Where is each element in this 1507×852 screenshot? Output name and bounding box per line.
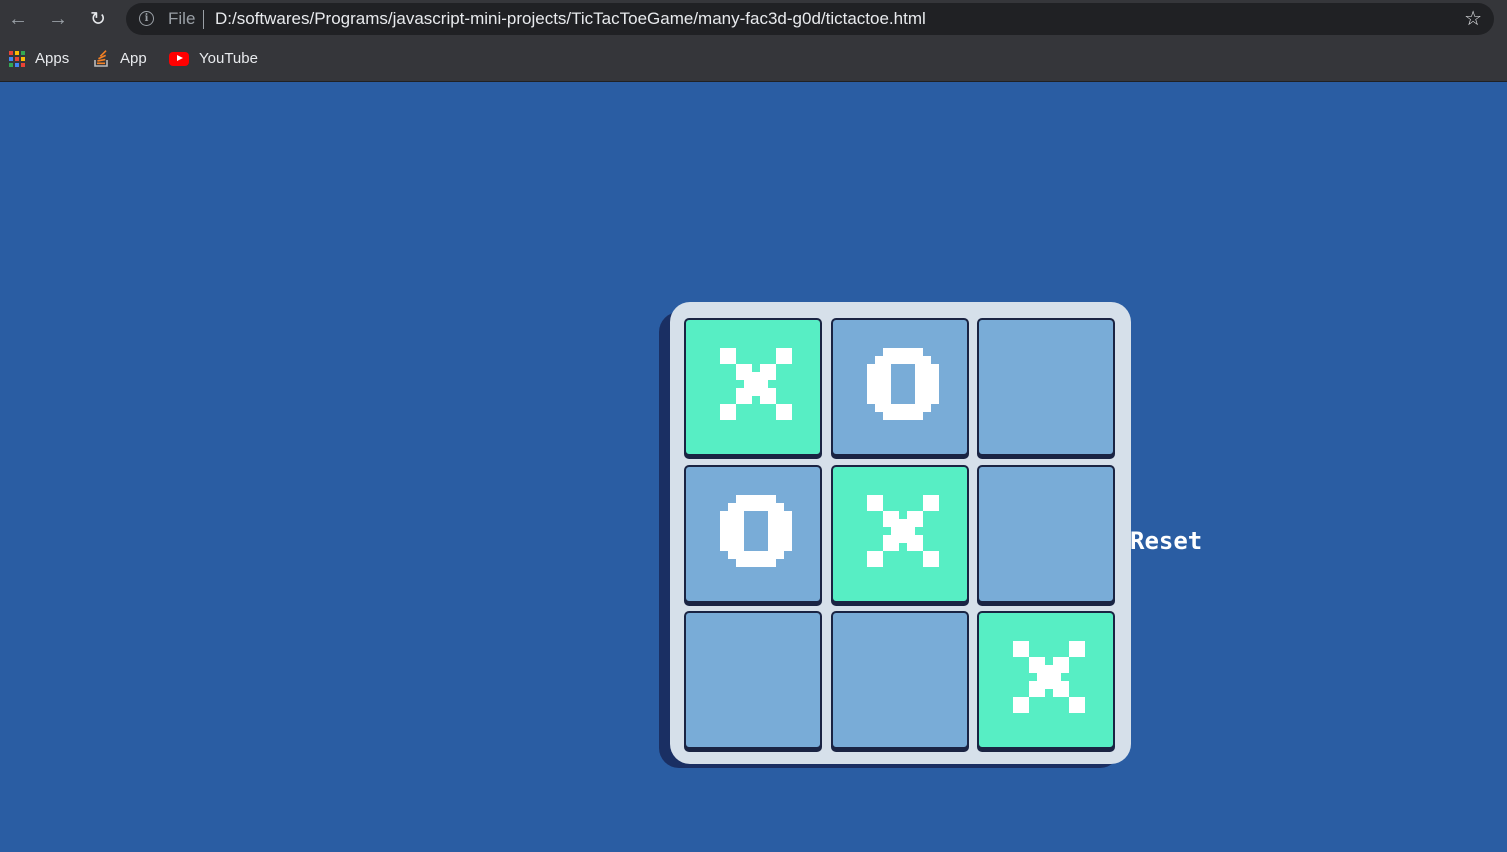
youtube-icon: [169, 51, 189, 66]
bookmarks-bar: Apps App YouTube: [0, 38, 1507, 82]
x-mark-icon: [1013, 641, 1085, 713]
x-mark-icon: [867, 495, 939, 567]
bookmark-star-icon[interactable]: ☆: [1464, 6, 1482, 31]
bookmark-app[interactable]: App: [93, 50, 147, 67]
browser-toolbar: ← → ↻ i File D:/softwares/Programs/javas…: [0, 0, 1507, 38]
reload-icon[interactable]: ↻: [85, 6, 111, 32]
bookmark-label: App: [120, 50, 147, 67]
info-icon[interactable]: i: [139, 11, 154, 26]
reset-button[interactable]: Reset: [1130, 527, 1202, 555]
file-label: File: [168, 9, 196, 28]
board-cell-2[interactable]: [831, 318, 969, 456]
bookmark-label: Apps: [35, 50, 70, 67]
back-arrow-icon[interactable]: ←: [5, 6, 31, 32]
board-cell-6[interactable]: [977, 465, 1115, 603]
o-mark-icon: [867, 348, 939, 420]
board-cell-7[interactable]: [684, 611, 822, 749]
bookmark-youtube[interactable]: YouTube: [169, 50, 258, 67]
o-mark-icon: [720, 495, 792, 567]
board-cell-1[interactable]: [684, 318, 822, 456]
board-cell-4[interactable]: [684, 465, 822, 603]
url-text[interactable]: D:/softwares/Programs/javascript-mini-pr…: [215, 9, 926, 29]
x-mark-icon: [720, 348, 792, 420]
address-separator: [203, 10, 204, 29]
board-cell-5[interactable]: [831, 465, 969, 603]
forward-arrow-icon[interactable]: →: [45, 6, 71, 32]
board-cell-3[interactable]: [977, 318, 1115, 456]
bookmark-label: YouTube: [199, 50, 258, 67]
bookmark-apps[interactable]: Apps: [9, 50, 69, 67]
board-cell-8[interactable]: [831, 611, 969, 749]
game-board: [670, 302, 1131, 764]
board-cell-9[interactable]: [977, 611, 1115, 749]
apps-grid-icon: [9, 50, 25, 67]
address-bar[interactable]: i File D:/softwares/Programs/javascript-…: [126, 3, 1494, 35]
stackoverflow-icon: [94, 50, 108, 67]
